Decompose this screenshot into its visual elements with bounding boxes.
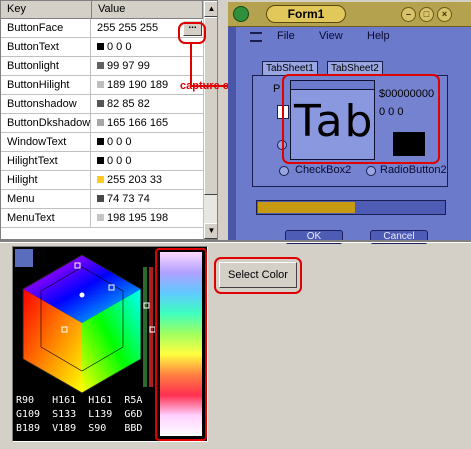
checkbox2-label[interactable]: CheckBox2 <box>295 164 351 176</box>
row-value[interactable]: 255 203 33 <box>92 171 162 189</box>
row-value-text: 198 195 198 <box>107 212 169 224</box>
color-swatch <box>97 119 104 126</box>
row-value[interactable]: 0 0 0 <box>92 133 131 151</box>
color-swatch <box>97 81 104 88</box>
row-key: WindowText <box>1 133 91 151</box>
row-value[interactable]: 0 0 0 <box>92 38 131 56</box>
maximize-icon: □ <box>423 9 430 19</box>
color-swatch <box>97 195 104 202</box>
scroll-thumb[interactable] <box>204 17 217 195</box>
table-row[interactable]: MenuText 198 195 198 <box>1 209 203 228</box>
minimize-button[interactable]: – <box>401 7 416 22</box>
table-row[interactable]: WindowText 0 0 0 <box>1 133 203 152</box>
row-value[interactable]: 189 190 189 <box>92 76 168 94</box>
progress-bar <box>256 200 446 215</box>
tab-tabsheet2[interactable]: TabSheet2 <box>327 61 383 75</box>
table-row[interactable]: Buttonlight 99 97 99 <box>1 57 203 76</box>
row-value[interactable]: 99 97 99 <box>92 57 150 75</box>
color-swatch <box>97 138 104 145</box>
row-value[interactable]: 74 73 74 <box>92 190 150 208</box>
color-swatch <box>97 43 104 50</box>
value-edit-field[interactable]: 255 255 255 <box>92 19 158 37</box>
row-key: Menu <box>1 190 91 208</box>
app-icon <box>233 6 249 22</box>
tab-tabsheet1[interactable]: TabSheet1 <box>262 61 318 75</box>
table-row[interactable]: ButtonDkshadow 165 166 165 <box>1 114 203 133</box>
rgb-value: 0 0 0 <box>379 106 404 118</box>
row-value[interactable]: 165 166 165 <box>92 114 168 132</box>
table-row[interactable]: ButtonText 0 0 0 <box>1 38 203 57</box>
close-icon: × <box>441 9 448 19</box>
row-value-text: 82 85 82 <box>107 98 150 110</box>
splitter[interactable] <box>0 240 471 243</box>
title-bar[interactable]: Form1 – □ × <box>228 2 471 27</box>
color-readout-line3: B189 V189 S90 BBD <box>16 423 143 434</box>
color-swatch <box>97 157 104 164</box>
menu-file[interactable]: File <box>277 30 295 42</box>
row-key: Hilight <box>1 171 91 189</box>
row-key: ButtonHilight <box>1 76 91 94</box>
table-row[interactable]: Menu 74 73 74 <box>1 190 203 209</box>
scroll-up-button[interactable]: ▲ <box>204 1 217 17</box>
row-value-text: 0 0 0 <box>107 155 132 167</box>
window-frame <box>228 2 236 240</box>
row-key: Buttonshadow <box>1 95 91 113</box>
zoom-preview-bar <box>291 81 374 90</box>
table-row[interactable]: Buttonshadow 82 85 82 <box>1 95 203 114</box>
window-title: Form1 <box>266 5 346 23</box>
table-row[interactable]: Hilight 255 203 33 <box>1 171 203 190</box>
radio2-indicator[interactable] <box>366 166 376 176</box>
menu-help[interactable]: Help <box>367 30 390 42</box>
row-key: Buttonlight <box>1 57 91 75</box>
checkbox2-indicator[interactable] <box>279 166 289 176</box>
row-value-text: 0 0 0 <box>107 136 132 148</box>
row-value-text: 99 97 99 <box>107 60 150 72</box>
row-value[interactable]: 82 85 82 <box>92 95 150 113</box>
progress-fill <box>258 202 355 213</box>
select-color-button[interactable]: Select Color <box>219 262 297 288</box>
hue-strip[interactable] <box>160 252 202 436</box>
row-value-text: 255 203 33 <box>107 174 163 186</box>
ellipsis-highlight <box>178 22 206 44</box>
color-swatch <box>97 62 104 69</box>
hex-value: $00000000 <box>379 88 435 100</box>
row-value[interactable]: 0 0 0 <box>92 152 131 170</box>
zoom-preview: Tab <box>290 80 375 160</box>
row-value-text: 189 190 189 <box>107 79 169 91</box>
close-button[interactable]: × <box>437 7 452 22</box>
color-readout-line1: R90 H161 H161 R5A <box>16 395 143 406</box>
row-key: MenuText <box>1 209 91 227</box>
row-value[interactable]: 198 195 198 <box>92 209 168 227</box>
zoom-text: Tab <box>294 96 375 147</box>
menu-grip-icon <box>250 32 262 42</box>
row-key: ButtonFace <box>1 19 91 37</box>
row-value-text: 0 0 0 <box>107 41 132 53</box>
row-key: HilightText <box>1 152 91 170</box>
row-key: ButtonText <box>1 38 91 56</box>
color-swatch <box>97 176 104 183</box>
table-row[interactable]: HilightText 0 0 0 <box>1 152 203 171</box>
radio2-label[interactable]: RadioButton2 <box>380 164 447 176</box>
row-value-text: 74 73 74 <box>107 193 150 205</box>
row-value-text: 165 166 165 <box>107 117 169 129</box>
table-row[interactable]: ... ButtonFace 255 255 255 <box>1 19 203 38</box>
minimize-icon: – <box>405 9 411 19</box>
column-header-value[interactable]: Value <box>92 1 203 19</box>
maximize-button[interactable]: □ <box>419 7 434 22</box>
color-swatch <box>97 214 104 221</box>
table-row[interactable] <box>1 228 203 239</box>
color-swatch <box>97 100 104 107</box>
row-value-text: 255 255 255 <box>97 22 159 34</box>
arrow-up-icon: ▲ <box>207 4 216 13</box>
color-readout-line2: G109 S133 L139 G6D <box>16 409 143 420</box>
table-row[interactable]: ButtonHilight 189 190 189 <box>1 76 203 95</box>
column-header-key[interactable]: Key <box>1 1 92 19</box>
hidden-label: P <box>273 83 281 95</box>
menu-view[interactable]: View <box>319 30 343 42</box>
captured-color-swatch <box>393 132 425 156</box>
row-key: ButtonDkshadow <box>1 114 91 132</box>
arrow-down-icon: ▼ <box>207 226 216 235</box>
scroll-down-button[interactable]: ▼ <box>204 223 217 239</box>
